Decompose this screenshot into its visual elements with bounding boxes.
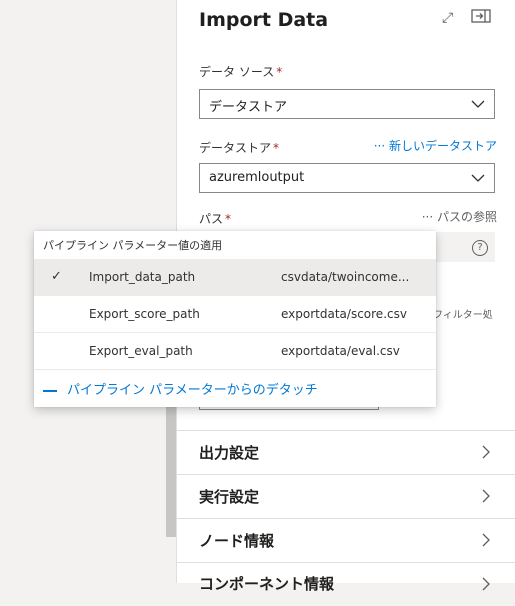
parameter-row[interactable]: Export_score_path exportdata/score.csv (34, 296, 436, 333)
detach-parameter-button[interactable]: パイプライン パラメーターからのデタッチ (43, 379, 318, 398)
section-node-info[interactable]: ノード情報 (177, 518, 515, 562)
section-component-info[interactable]: コンポーネント情報 (177, 562, 515, 606)
datastore-value: azuremloutput (209, 170, 305, 185)
expand-icon[interactable]: ⤢ (442, 10, 453, 26)
parameter-value: exportdata/eval.csv (281, 344, 400, 358)
dock-icon[interactable] (471, 8, 491, 28)
section-run-settings[interactable]: 実行設定 (177, 474, 515, 518)
help-icon[interactable]: ? (472, 240, 488, 256)
required-mark: * (276, 65, 283, 79)
filter-label-partial: フィルター処 (433, 310, 493, 321)
more-icon: ··· (373, 139, 389, 153)
more-icon: ··· (421, 210, 437, 224)
chevron-right-icon (482, 489, 490, 503)
browse-path-link[interactable]: ··· パスの参照 (422, 208, 497, 225)
parameter-name: Import_data_path (89, 270, 196, 284)
datastore-label: データストア * (199, 141, 280, 155)
chevron-down-icon (471, 174, 485, 182)
parameter-name: Export_eval_path (89, 344, 193, 358)
path-label: パス * (199, 212, 232, 226)
parameter-row[interactable]: Export_eval_path exportdata/eval.csv (34, 333, 436, 370)
new-datastore-link[interactable]: ··· 新しいデータストア (374, 137, 497, 154)
required-mark: * (273, 141, 280, 155)
chevron-right-icon (482, 533, 490, 547)
parameter-value: csvdata/twoincome... (281, 270, 410, 284)
panel-title: Import Data (199, 9, 329, 31)
datastore-select[interactable]: azuremloutput (199, 163, 495, 193)
parameter-name: Export_score_path (89, 307, 200, 321)
chevron-right-icon (482, 577, 490, 591)
parameter-value: exportdata/score.csv (281, 307, 407, 321)
section-title: 出力設定 (199, 444, 260, 462)
section-title: コンポーネント情報 (199, 575, 335, 593)
parameter-row[interactable]: ✓ Import_data_path csvdata/twoincome... (34, 259, 436, 296)
chevron-down-icon (471, 100, 485, 108)
data-source-label: データ ソース * (199, 65, 283, 79)
chevron-right-icon (482, 445, 490, 459)
pipeline-parameter-popup: パイプライン パラメーター値の適用 ✓ Import_data_path csv… (34, 231, 436, 407)
required-mark: * (225, 212, 232, 226)
section-title: ノード情報 (199, 532, 275, 550)
data-source-value: データストア (209, 100, 288, 115)
scrollbar-thumb[interactable] (166, 395, 176, 537)
section-title: 実行設定 (199, 488, 260, 506)
popup-header: パイプライン パラメーター値の適用 (43, 239, 223, 252)
data-source-select[interactable]: データストア (199, 89, 495, 119)
section-output-settings[interactable]: 出力設定 (177, 430, 515, 474)
minus-icon (43, 389, 57, 392)
checkmark-icon: ✓ (51, 269, 62, 284)
